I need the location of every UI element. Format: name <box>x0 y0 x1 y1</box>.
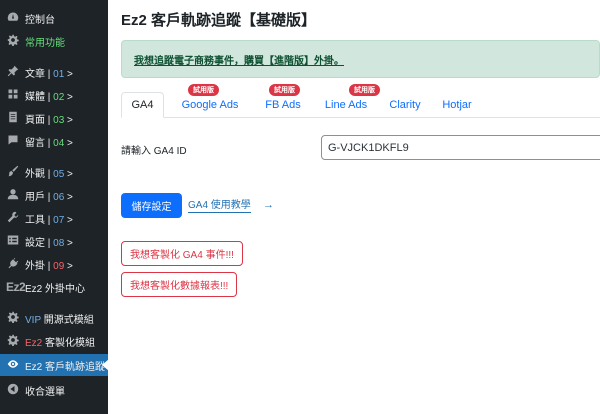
upgrade-notice: 我想追蹤電子商務事件，購買【進階版】外掛。 <box>121 40 600 78</box>
tab-fb-ads[interactable]: 試用版 FB Ads <box>254 84 312 118</box>
gear-icon <box>6 34 20 48</box>
ga4-tutorial-link[interactable]: GA4 使用教學 <box>188 200 251 213</box>
comment-icon <box>6 134 20 148</box>
sidebar-item-common-functions[interactable]: 常用功能 <box>0 30 108 52</box>
sidebar-item-media[interactable]: 媒體 | 02 > <box>0 84 108 106</box>
sidebar-item-vip-modules[interactable]: VIP 開源式模組 <box>0 307 108 329</box>
tab-clarity[interactable]: Clarity <box>383 92 427 118</box>
tab-ga4[interactable]: GA4 <box>121 92 164 118</box>
custom-report-button[interactable]: 我想客製化數據報表!!! <box>121 272 238 297</box>
tab-google-ads[interactable]: 試用版 Google Ads <box>172 84 248 118</box>
sidebar-collapse-menu[interactable]: 收合選單 <box>0 379 108 401</box>
page-icon <box>6 111 20 125</box>
main-content: Ez2 客戶軌跡追蹤【基礎版】 我想追蹤電子商務事件，購買【進階版】外掛。 GA… <box>108 0 600 414</box>
pin-icon <box>6 65 20 79</box>
sidebar-item-ez2-plugin-center[interactable]: Ez2 Ez2 外掛中心 <box>0 276 108 298</box>
tab-line-ads[interactable]: 試用版 Line Ads <box>316 84 380 118</box>
admin-sidebar: 控制台 常用功能 文章 | 01 > 媒體 | 02 > 頁面 | 03 > 留… <box>0 0 109 414</box>
sidebar-item-ez2-tracking[interactable]: Ez2 客戶軌跡追蹤 <box>0 354 109 376</box>
sidebar-item-appearance[interactable]: 外觀 | 05 > <box>0 161 108 183</box>
wrench-icon <box>6 211 20 225</box>
sidebar-item-dashboard[interactable]: 控制台 <box>0 7 108 29</box>
user-icon <box>6 188 20 202</box>
custom-ga4-event-button[interactable]: 我想客製化 GA4 事件!!! <box>121 241 243 266</box>
sidebar-item-users[interactable]: 用戶 | 06 > <box>0 184 108 206</box>
sidebar-item-pages[interactable]: 頁面 | 03 > <box>0 107 108 129</box>
gear-icon <box>6 334 20 348</box>
upgrade-link[interactable]: 我想追蹤電子商務事件，購買【進階版】外掛。 <box>134 52 344 67</box>
eye-icon <box>6 358 20 372</box>
dashboard-icon <box>6 11 20 25</box>
sidebar-item-settings[interactable]: 設定 | 08 > <box>0 230 108 252</box>
sidebar-item-posts[interactable]: 文章 | 01 > <box>0 61 108 83</box>
gear-icon <box>6 311 20 325</box>
plugin-icon <box>6 257 20 271</box>
collapse-icon <box>6 383 20 397</box>
media-icon <box>6 88 20 102</box>
ga4-id-input[interactable] <box>321 135 600 160</box>
ez2-logo-icon: Ez2 <box>6 280 26 294</box>
sidebar-item-tools[interactable]: 工具 | 07 > <box>0 207 108 229</box>
tab-bar: GA4 試用版 Google Ads 試用版 FB Ads 試用版 Line A… <box>121 84 600 118</box>
settings-icon <box>6 234 20 248</box>
ga4-id-label: 請輸入 GA4 ID <box>121 146 187 157</box>
trial-badge: 試用版 <box>269 84 300 96</box>
sidebar-item-comments[interactable]: 留言 | 04 > <box>0 130 108 152</box>
arrow-right-icon[interactable]: → <box>263 199 274 211</box>
trial-badge: 試用版 <box>349 84 380 96</box>
sidebar-item-plugins[interactable]: 外掛 | 09 > <box>0 253 108 275</box>
sidebar-item-custom-modules[interactable]: Ez2 客製化模組 <box>0 330 108 352</box>
save-button[interactable]: 儲存設定 <box>121 193 182 218</box>
page-title: Ez2 客戶軌跡追蹤【基礎版】 <box>121 12 317 29</box>
brush-icon <box>6 165 20 179</box>
tab-hotjar[interactable]: Hotjar <box>435 92 479 118</box>
trial-badge: 試用版 <box>188 84 219 96</box>
